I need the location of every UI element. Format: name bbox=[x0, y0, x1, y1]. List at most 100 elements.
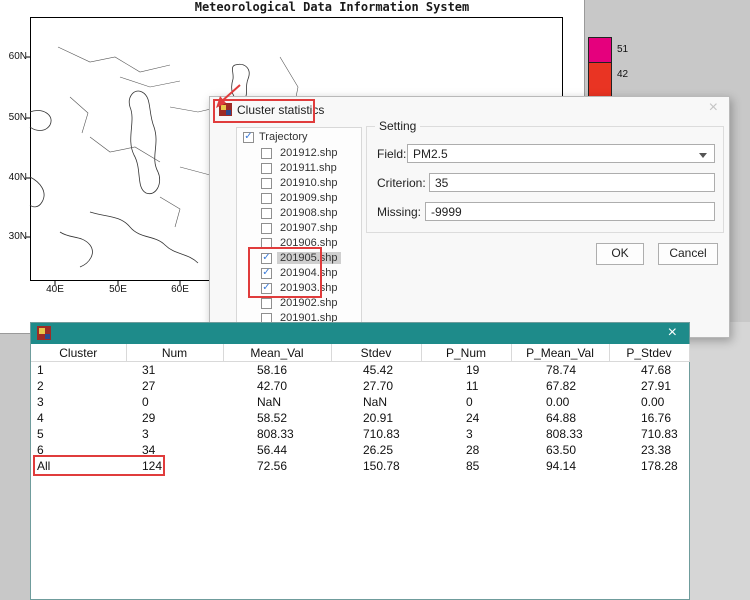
file-label: 201906.shp bbox=[277, 237, 341, 249]
table-cell: 3 bbox=[31, 394, 126, 410]
column-header[interactable]: Mean_Val bbox=[223, 344, 331, 362]
table-cell: 72.56 bbox=[223, 458, 331, 474]
x-tick-label: 60E bbox=[166, 284, 194, 295]
unchecked-checkbox-icon[interactable] bbox=[261, 193, 272, 204]
table-cell: 29 bbox=[126, 410, 223, 426]
table-cell: 28 bbox=[421, 442, 511, 458]
table-cell: 16.76 bbox=[609, 410, 689, 426]
checked-checkbox-icon[interactable]: ✓ bbox=[261, 268, 272, 279]
table-cell: 47.68 bbox=[609, 362, 689, 379]
file-item[interactable]: 201911.shp bbox=[237, 160, 361, 175]
ok-button[interactable]: OK bbox=[596, 243, 644, 265]
setting-groupbox: Setting Field: PM2.5 Criterion: Missing: bbox=[366, 126, 724, 233]
tree-root-item[interactable]: ✓ Trajectory bbox=[237, 128, 361, 145]
table-cell: 808.33 bbox=[511, 426, 609, 442]
file-item[interactable]: ✓201903.shp bbox=[237, 280, 361, 295]
dialog-title: Cluster statistics bbox=[237, 103, 324, 117]
trajectory-tree[interactable]: ✓ Trajectory 201912.shp201911.shp201910.… bbox=[236, 127, 362, 337]
column-header[interactable]: Cluster bbox=[31, 344, 126, 362]
cluster-statistics-dialog: Cluster statistics × ✓ Trajectory 201912… bbox=[209, 96, 730, 338]
checked-checkbox-icon[interactable]: ✓ bbox=[243, 132, 254, 143]
table-row[interactable]: 42958.5220.912464.8816.76 bbox=[31, 410, 689, 426]
checked-checkbox-icon[interactable]: ✓ bbox=[261, 253, 272, 264]
x-tick-label: 50E bbox=[104, 284, 132, 295]
unchecked-checkbox-icon[interactable] bbox=[261, 208, 272, 219]
unchecked-checkbox-icon[interactable] bbox=[261, 238, 272, 249]
column-header[interactable]: P_Num bbox=[421, 344, 511, 362]
unchecked-checkbox-icon[interactable] bbox=[261, 163, 272, 174]
table-row[interactable]: 13158.1645.421978.7447.68 bbox=[31, 362, 689, 379]
statistics-table: ClusterNumMean_ValStdevP_NumP_Mean_ValP_… bbox=[31, 344, 690, 474]
dialog-titlebar[interactable]: Cluster statistics × bbox=[210, 97, 729, 123]
file-label: 201902.shp bbox=[277, 297, 341, 309]
table-cell: 150.78 bbox=[331, 458, 421, 474]
field-combobox[interactable]: PM2.5 bbox=[407, 144, 715, 163]
field-label: Field: bbox=[377, 147, 406, 161]
x-tick-label: 40E bbox=[41, 284, 69, 295]
colorbar-label: 42 bbox=[617, 69, 628, 80]
table-cell: 27.70 bbox=[331, 378, 421, 394]
table-cell: 63.50 bbox=[511, 442, 609, 458]
table-cell: 58.52 bbox=[223, 410, 331, 426]
y-tick-label: 50N bbox=[2, 112, 27, 123]
file-item[interactable]: 201912.shp bbox=[237, 145, 361, 160]
file-tree-items: 201912.shp201911.shp201910.shp201909.shp… bbox=[237, 145, 361, 325]
unchecked-checkbox-icon[interactable] bbox=[261, 148, 272, 159]
table-cell: 26.25 bbox=[331, 442, 421, 458]
file-item[interactable]: ✓ 201905.shp bbox=[237, 250, 361, 265]
file-label: 201912.shp bbox=[277, 147, 341, 159]
column-header[interactable]: P_Mean_Val bbox=[511, 344, 609, 362]
file-item[interactable]: ✓201904.shp bbox=[237, 265, 361, 280]
table-cell: 45.42 bbox=[331, 362, 421, 379]
colorbar-segment bbox=[588, 62, 612, 99]
column-header[interactable]: P_Stdev bbox=[609, 344, 689, 362]
table-window-titlebar[interactable]: × bbox=[31, 323, 689, 344]
close-icon[interactable]: × bbox=[668, 324, 677, 342]
colorbar-segment bbox=[588, 37, 612, 62]
file-item[interactable]: 201910.shp bbox=[237, 175, 361, 190]
table-body: 13158.1645.421978.7447.6822742.7027.7011… bbox=[31, 362, 689, 475]
table-row[interactable]: All12472.56150.788594.14178.28 bbox=[31, 458, 689, 474]
table-cell: 124 bbox=[126, 458, 223, 474]
file-item[interactable]: 201906.shp bbox=[237, 235, 361, 250]
cancel-button[interactable]: Cancel bbox=[658, 243, 718, 265]
file-item[interactable]: 201909.shp bbox=[237, 190, 361, 205]
unchecked-checkbox-icon[interactable] bbox=[261, 178, 272, 189]
missing-input[interactable] bbox=[425, 202, 715, 221]
table-cell: 19 bbox=[421, 362, 511, 379]
table-row[interactable]: 53808.33710.833808.33710.83 bbox=[31, 426, 689, 442]
checked-checkbox-icon[interactable]: ✓ bbox=[261, 283, 272, 294]
criterion-input[interactable] bbox=[429, 173, 715, 192]
background-panel bbox=[690, 322, 750, 600]
table-row[interactable]: 63456.4426.252863.5023.38 bbox=[31, 442, 689, 458]
column-header[interactable]: Stdev bbox=[331, 344, 421, 362]
table-cell: 808.33 bbox=[223, 426, 331, 442]
file-item[interactable]: 201907.shp bbox=[237, 220, 361, 235]
table-cell: 78.74 bbox=[511, 362, 609, 379]
column-header[interactable]: Num bbox=[126, 344, 223, 362]
table-cell: 178.28 bbox=[609, 458, 689, 474]
table-cell: 710.83 bbox=[331, 426, 421, 442]
map-window-title: Meteorological Data Information System bbox=[30, 0, 634, 14]
desktop: Meteorological Data Information System bbox=[0, 0, 750, 600]
file-item[interactable]: 201908.shp bbox=[237, 205, 361, 220]
file-item[interactable]: 201902.shp bbox=[237, 295, 361, 310]
unchecked-checkbox-icon[interactable] bbox=[261, 223, 272, 234]
table-row[interactable]: 30NaNNaN00.000.00 bbox=[31, 394, 689, 410]
table-cell: 23.38 bbox=[609, 442, 689, 458]
table-cell: 5 bbox=[31, 426, 126, 442]
unchecked-checkbox-icon[interactable] bbox=[261, 298, 272, 309]
table-cell: 1 bbox=[31, 362, 126, 379]
table-cell: 0.00 bbox=[609, 394, 689, 410]
table-row[interactable]: 22742.7027.701167.8227.91 bbox=[31, 378, 689, 394]
table-cell: 20.91 bbox=[331, 410, 421, 426]
file-label: 201905.shp bbox=[277, 252, 341, 264]
table-cell: 56.44 bbox=[223, 442, 331, 458]
chevron-down-icon bbox=[699, 153, 707, 158]
table-cell: 27.91 bbox=[609, 378, 689, 394]
close-icon[interactable]: × bbox=[709, 100, 718, 116]
table-cell: 3 bbox=[421, 426, 511, 442]
table-cell: 64.88 bbox=[511, 410, 609, 426]
table-cell: 58.16 bbox=[223, 362, 331, 379]
colorbar-label: 51 bbox=[617, 44, 628, 55]
